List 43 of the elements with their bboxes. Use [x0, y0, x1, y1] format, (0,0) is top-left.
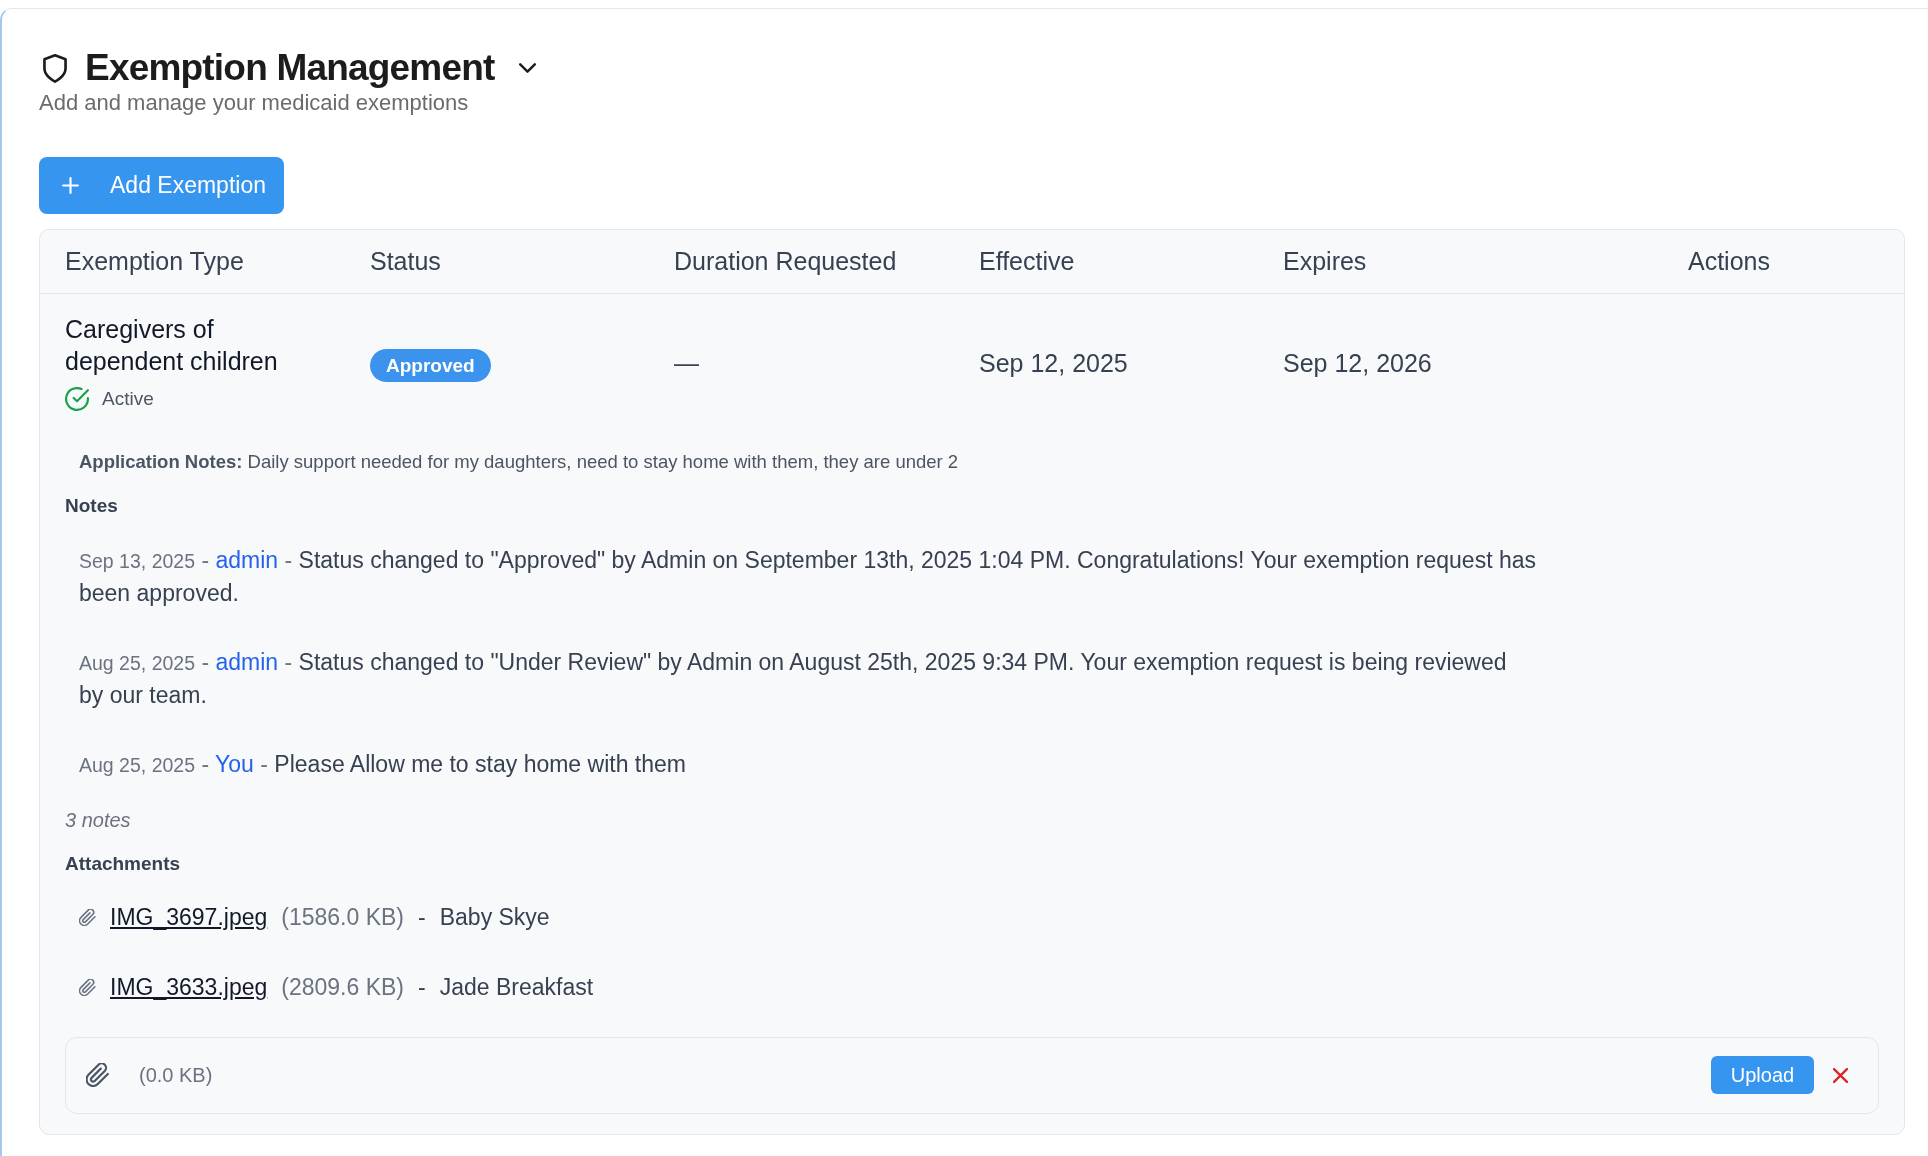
column-header: Expires — [1283, 245, 1368, 277]
check-circle-icon — [65, 387, 89, 412]
column-header: Status — [370, 245, 442, 277]
notes-heading: Notes — [65, 493, 119, 518]
file-description: Jade Breakfast — [439, 973, 594, 1003]
note-entry: Aug 25, 2025 - You - Please Allow me to stay home with them — [79, 749, 687, 779]
page-subtitle: Add and manage your medicaid exemptions — [39, 90, 470, 116]
column-header: Effective — [979, 245, 1076, 277]
shield-icon — [42, 53, 68, 83]
file-size: (1586.0 KB) — [281, 903, 405, 933]
add-exemption-button[interactable]: Add Exemption — [39, 157, 284, 214]
separator-text: - — [418, 903, 426, 933]
column-header: Exemption Type — [65, 245, 245, 277]
column-header: Duration Requested — [674, 245, 898, 277]
paperclip-icon — [79, 979, 96, 996]
note-entry: Sep 13, 2025 - admin - Status changed to "Approved" by Admin on September 13th, 2025 1:04 PM. Congratulations! Your exemption request has been approved. — [79, 545, 1536, 608]
close-icon — [1833, 1067, 1848, 1083]
author-link[interactable]: You — [215, 750, 254, 777]
duration-value: — — [674, 348, 699, 377]
attachments-heading: Attachments — [65, 851, 182, 876]
file-link[interactable]: IMG_3633.jpeg — [110, 970, 268, 1005]
file-link[interactable]: IMG_3697.jpeg — [110, 900, 268, 935]
page-title: Exemption Management — [85, 46, 495, 90]
file-size: (2809.6 KB) — [281, 973, 405, 1003]
file-description: Baby Skye — [439, 903, 550, 933]
author-link[interactable]: admin — [215, 546, 279, 573]
effective-date: Sep 12, 2025 — [979, 348, 1128, 377]
paperclip-icon — [79, 909, 96, 926]
plus-icon — [62, 177, 79, 194]
chevron-down-icon[interactable] — [518, 63, 536, 73]
author-link[interactable]: admin — [215, 648, 279, 675]
expiry-date: Sep 12, 2026 — [1283, 348, 1432, 377]
notes-count: 3 notes — [65, 807, 132, 833]
separator-text: - — [418, 973, 426, 1003]
state-label: Active — [102, 387, 154, 411]
application-notes: Application Notes: Daily support needed for my daughters, need to stay home with them, they are under 2 — [79, 449, 960, 474]
exemption-type: Caregivers of dependent children — [65, 314, 279, 377]
file-size: (0.0 KB) — [139, 1063, 213, 1088]
column-header: Actions — [1688, 245, 1771, 277]
paperclip-icon[interactable] — [86, 1063, 109, 1087]
upload-button[interactable]: Upload — [1711, 1056, 1814, 1094]
status-badge: Approved — [370, 348, 491, 382]
note-entry: Aug 25, 2025 - admin - Status changed to "Under Review" by Admin on August 25th, 2025 9:34 PM. Your exemption request is being reviewed by our team. — [79, 647, 1508, 710]
